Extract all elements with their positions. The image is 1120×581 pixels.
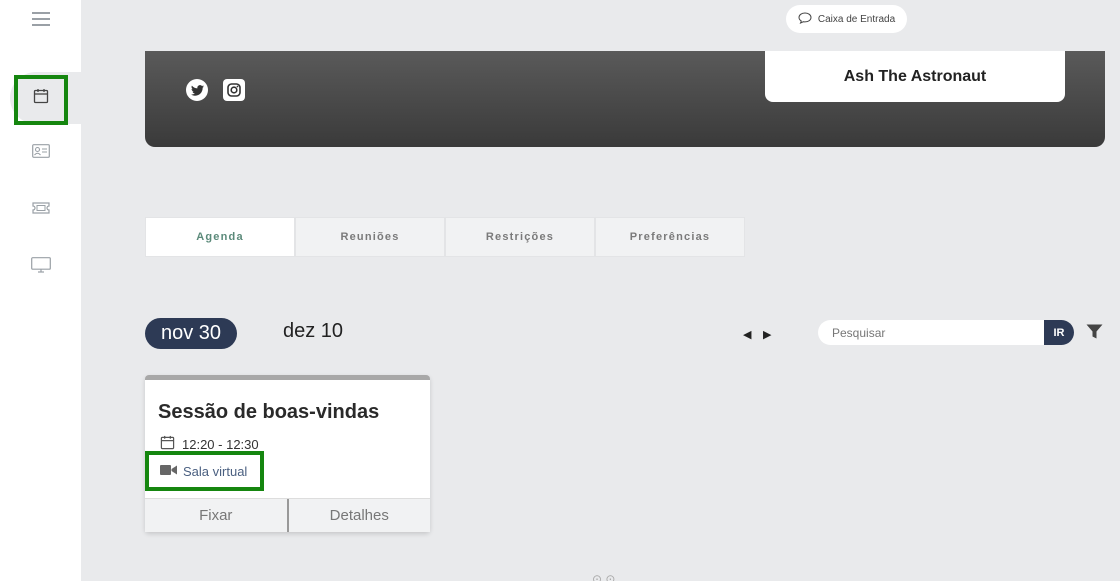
id-card-icon xyxy=(31,143,50,163)
next-arrow-icon[interactable]: ▶ xyxy=(763,328,771,341)
monitor-icon xyxy=(30,256,51,278)
tab-preferencias[interactable]: Preferências xyxy=(595,217,745,257)
sidebar-item-tickets[interactable] xyxy=(0,197,81,223)
menu-icon[interactable] xyxy=(0,6,81,32)
tab-reunioes[interactable]: Reuniões xyxy=(295,217,445,257)
highlight-box-virtual-room xyxy=(145,451,264,491)
search-go-button[interactable]: IR xyxy=(1044,320,1074,345)
chat-bubble-icon xyxy=(798,11,812,27)
profile-name-card: Ash The Astronaut xyxy=(765,51,1065,102)
instagram-icon[interactable] xyxy=(223,79,245,101)
sidebar-item-virtual[interactable] xyxy=(0,254,81,280)
inbox-label: Caixa de Entrada xyxy=(817,13,896,25)
search-box xyxy=(818,320,1074,345)
sidebar-item-contacts[interactable] xyxy=(0,140,81,166)
profile-name: Ash The Astronaut xyxy=(843,67,987,85)
prev-arrow-icon[interactable]: ◀ xyxy=(743,328,751,341)
tab-restricoes[interactable]: Restrições xyxy=(445,217,595,257)
session-title: Sessão de boas-vindas xyxy=(158,401,380,423)
filter-icon[interactable] xyxy=(1086,324,1103,345)
highlight-box-calendar xyxy=(14,75,68,125)
date-option[interactable]: dez 10 xyxy=(283,320,343,343)
card-actions: Fixar Detalhes xyxy=(145,498,430,532)
twitter-icon[interactable] xyxy=(186,79,208,101)
date-selected[interactable]: nov 30 xyxy=(145,318,237,349)
tab-agenda[interactable]: Agenda xyxy=(145,217,295,257)
pagination-icon[interactable]: ⊙ ⊙ xyxy=(592,572,615,581)
inbox-button[interactable]: Caixa de Entrada xyxy=(786,5,907,33)
tab-bar: Agenda Reuniões Restrições Preferências xyxy=(145,217,745,257)
ticket-icon xyxy=(31,201,50,220)
pin-button[interactable]: Fixar xyxy=(145,499,287,532)
search-input[interactable] xyxy=(832,324,1042,341)
session-time: 12:20 - 12:30 xyxy=(182,436,259,452)
details-button[interactable]: Detalhes xyxy=(286,499,430,532)
